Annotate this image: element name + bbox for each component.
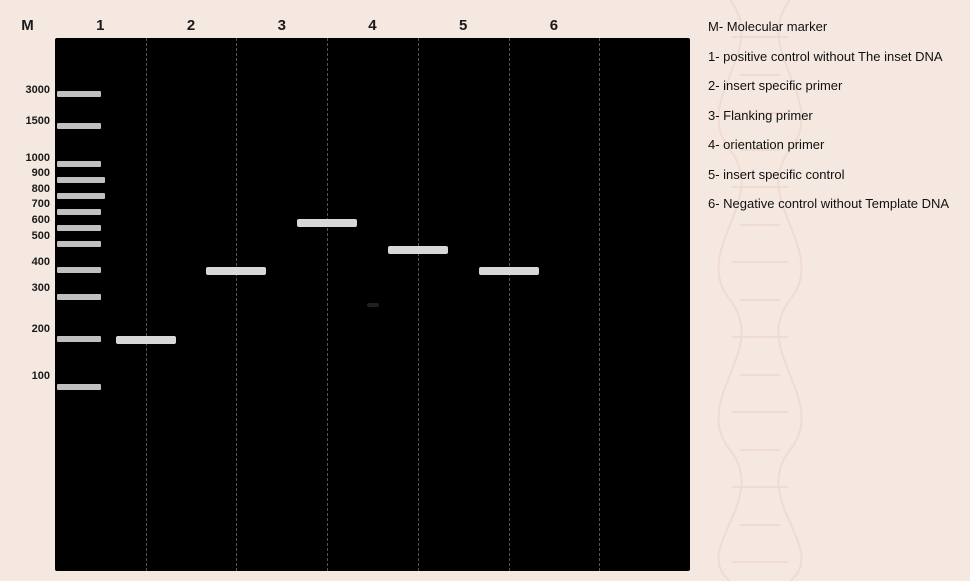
dashed-line-3	[327, 38, 328, 571]
mw-label-3000: 3000	[26, 84, 50, 96]
marker-band-500	[57, 241, 101, 247]
lane-label-1: 1	[55, 17, 146, 34]
watermark	[367, 303, 379, 307]
marker-band-400	[57, 267, 101, 273]
marker-band-1000	[57, 161, 101, 167]
mw-label-1000: 1000	[26, 152, 50, 164]
lane-label-2: 2	[146, 17, 237, 34]
lane-label-3: 3	[236, 17, 327, 34]
legend-item-1: 1- positive control without The inset DN…	[708, 48, 958, 66]
mw-label-200: 200	[32, 323, 50, 335]
legend: M- Molecular marker 1- positive control w…	[690, 10, 970, 571]
mw-label-600: 600	[32, 214, 50, 226]
legend-item-5: 5- insert specific control	[708, 166, 958, 184]
marker-band-1500	[57, 123, 101, 129]
lane-labels: M123456	[0, 10, 690, 38]
legend-item-6: 6- Negative control without Template DNA	[708, 195, 958, 213]
gel-wrapper: 3000 1500 1000 900 800 700 600 500 400 300 200 100	[0, 38, 690, 571]
dashed-line-4	[418, 38, 419, 571]
gel-image	[55, 38, 690, 571]
mw-label-100: 100	[32, 370, 50, 382]
mw-axis: 3000 1500 1000 900 800 700 600 500 400 300 200 100	[0, 38, 55, 571]
mw-label-900: 900	[32, 167, 50, 179]
band-lane-3	[297, 219, 357, 227]
mw-label-800: 800	[32, 183, 50, 195]
mw-label-700: 700	[32, 198, 50, 210]
dashed-line-1	[146, 38, 147, 571]
gel-section: M123456 30001500100090080070060050040030…	[0, 10, 690, 571]
legend-item-M: M- Molecular marker	[708, 18, 958, 36]
dashed-line-2	[236, 38, 237, 571]
marker-band-300	[57, 294, 101, 300]
marker-band-600	[57, 225, 101, 231]
dashed-line-6	[599, 38, 600, 571]
lane-label-6: 6	[509, 17, 600, 34]
mw-label-400: 400	[32, 256, 50, 268]
band-lane-4	[388, 246, 448, 254]
band-lane-1	[116, 336, 176, 344]
band-lane-5	[479, 267, 539, 275]
band-lane-2	[206, 267, 266, 275]
marker-band-100	[57, 384, 101, 390]
lane-label-5: 5	[418, 17, 509, 34]
dashed-line-5	[509, 38, 510, 571]
legend-item-3: 3- Flanking primer	[708, 107, 958, 125]
marker-band-200	[57, 336, 101, 342]
marker-band-700	[57, 209, 101, 215]
marker-band-900	[57, 177, 105, 183]
legend-item-2: 2- insert specific primer	[708, 77, 958, 95]
mw-label-500: 500	[32, 230, 50, 242]
lane-label-m: M	[0, 17, 55, 34]
legend-item-4: 4- orientation primer	[708, 136, 958, 154]
marker-band-800	[57, 193, 105, 199]
mw-label-1500: 1500	[26, 115, 50, 127]
lane-label-4: 4	[327, 17, 418, 34]
mw-label-300: 300	[32, 282, 50, 294]
marker-band-3000	[57, 91, 101, 97]
